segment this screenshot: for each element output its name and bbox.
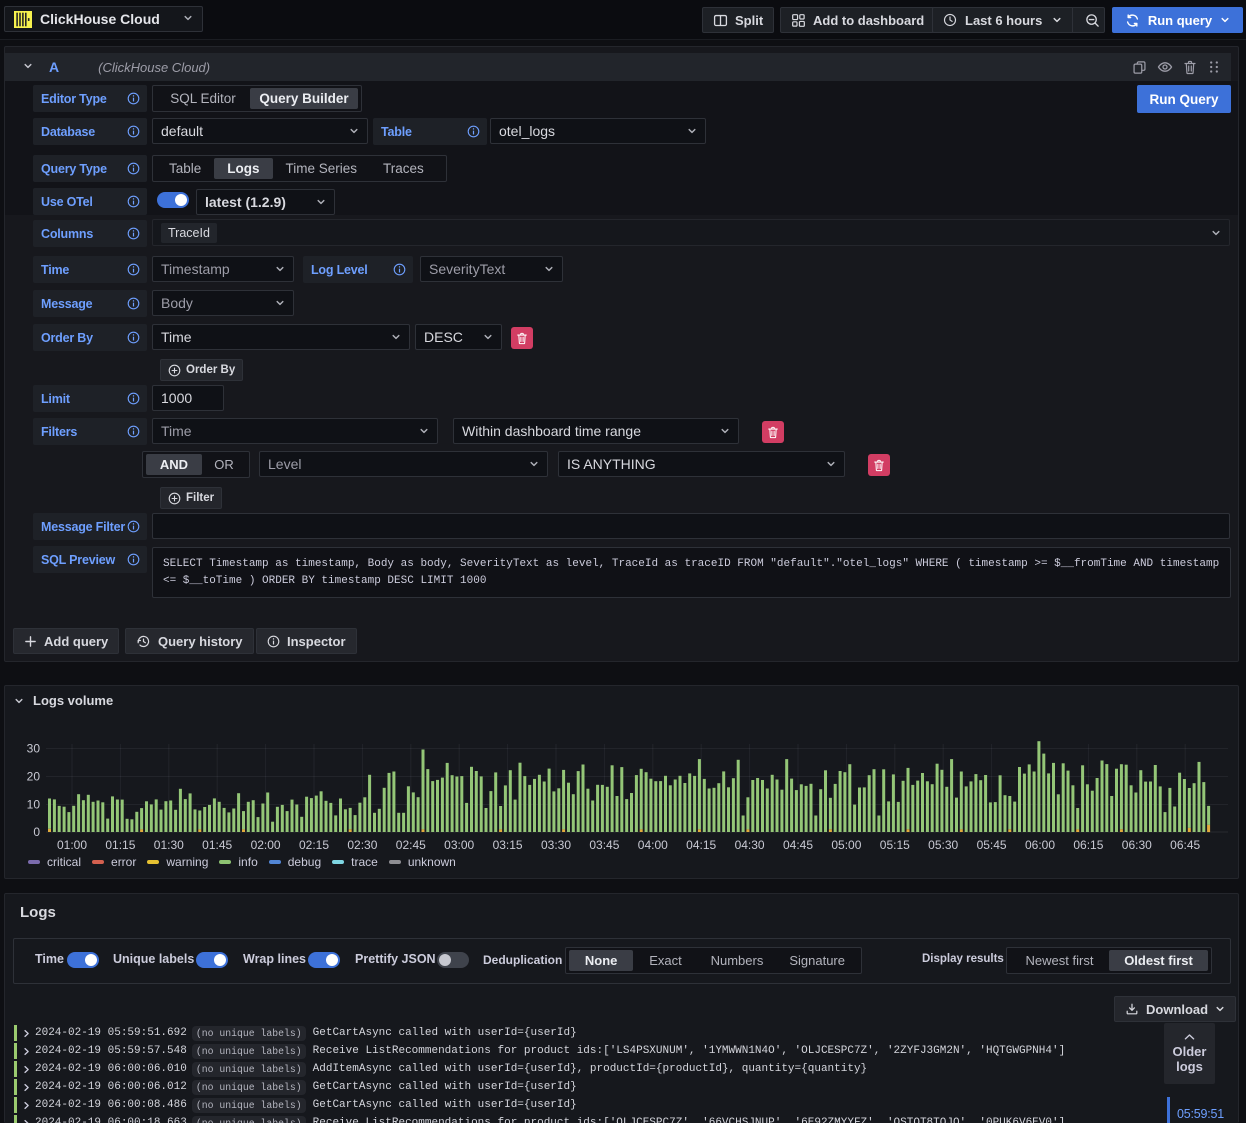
svg-text:06:00: 06:00 (1025, 838, 1055, 852)
svg-text:02:45: 02:45 (396, 838, 426, 852)
svg-text:05:15: 05:15 (880, 838, 910, 852)
svg-text:06:15: 06:15 (1073, 838, 1103, 852)
svg-text:30: 30 (27, 742, 41, 756)
svg-text:04:15: 04:15 (686, 838, 716, 852)
svg-text:06:30: 06:30 (1122, 838, 1152, 852)
svg-text:01:45: 01:45 (202, 838, 232, 852)
svg-text:01:15: 01:15 (105, 838, 135, 852)
svg-text:20: 20 (27, 770, 41, 784)
svg-text:05:45: 05:45 (977, 838, 1007, 852)
svg-text:04:00: 04:00 (638, 838, 668, 852)
svg-text:02:15: 02:15 (299, 838, 329, 852)
svg-text:03:00: 03:00 (444, 838, 474, 852)
svg-text:02:30: 02:30 (347, 838, 377, 852)
svg-text:01:30: 01:30 (154, 838, 184, 852)
svg-text:02:00: 02:00 (251, 838, 281, 852)
svg-text:01:00: 01:00 (57, 838, 87, 852)
svg-text:06:45: 06:45 (1170, 838, 1200, 852)
svg-text:03:45: 03:45 (589, 838, 619, 852)
svg-text:04:45: 04:45 (783, 838, 813, 852)
svg-text:04:30: 04:30 (735, 838, 765, 852)
svg-text:03:30: 03:30 (541, 838, 571, 852)
svg-text:03:15: 03:15 (493, 838, 523, 852)
svg-text:05:30: 05:30 (928, 838, 958, 852)
svg-text:10: 10 (27, 798, 41, 812)
svg-text:0: 0 (33, 825, 40, 839)
svg-text:05:00: 05:00 (831, 838, 861, 852)
